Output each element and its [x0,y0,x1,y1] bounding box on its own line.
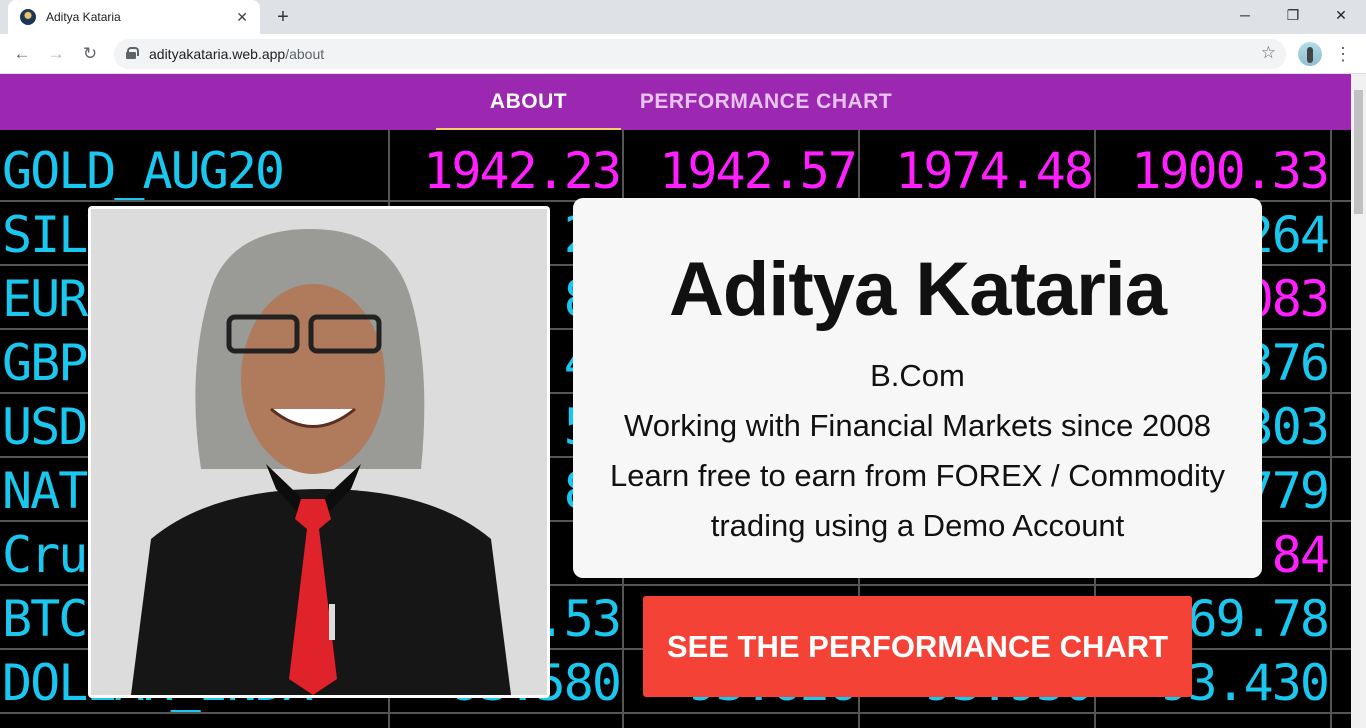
ticker-value: 1974.48 [895,142,1094,200]
address-bar[interactable]: adityakataria.web.app/about ☆ [114,39,1286,69]
back-button[interactable]: ← [10,42,34,66]
forward-button[interactable]: → [44,42,68,66]
ticker-value: 1900.33 [1131,142,1330,200]
ticker-symbol: GOLD_AUG20 [2,142,285,200]
ticker-symbol: BTC [2,590,88,648]
window-close-button[interactable]: ✕ [1318,0,1364,30]
see-performance-chart-button[interactable]: SEE THE PERFORMANCE CHART [643,596,1192,697]
profile-line-experience: Working with Financial Markets since 200… [624,408,1211,443]
window-restore-button[interactable]: ❐ [1270,0,1316,30]
top-navbar: ABOUT PERFORMANCE CHART [0,74,1351,130]
ticker-grid-line [1330,128,1332,728]
scrollbar-thumb[interactable] [1354,90,1363,214]
window-minimize-button[interactable]: ─ [1222,0,1268,30]
profile-line-degree: B.Com [870,358,965,393]
new-tab-button[interactable]: + [272,6,294,28]
ticker-value: 1942.57 [659,142,858,200]
ticker-symbol: NAT [2,462,88,520]
browser-toolbar: ← → ↻ adityakataria.web.app/about ☆ [0,34,1366,74]
site-favicon-icon [20,9,36,25]
active-tab-indicator [436,128,621,130]
nav-tab-about-label: ABOUT [489,90,568,113]
nav-tab-performance-chart-label: PERFORMANCE CHART [639,90,893,113]
profile-line-demo: trading using a Demo Account [710,508,1125,543]
lock-icon[interactable] [126,47,139,59]
bookmark-star-icon[interactable]: ☆ [1261,43,1276,63]
browser-menu-icon[interactable]: ⋮ [1334,42,1352,66]
tab-title: Aditya Kataria [46,10,121,24]
page-content: GOLD_AUG20 1942.23 1942.57 1974.48 1900.33 SI… [0,74,1351,728]
tab-close-icon[interactable]: ✕ [236,9,248,26]
profile-avatar[interactable] [1298,42,1322,66]
browser-tab-bar: Aditya Kataria ✕ + ─ ❐ ✕ [0,0,1366,34]
ticker-symbol: GBP [2,334,88,392]
profile-card: Aditya Kataria B.Com Working with Financ… [573,198,1262,578]
url-path: /about [285,46,325,62]
browser-tab[interactable]: Aditya Kataria ✕ [8,0,260,34]
page-scrollbar[interactable] [1351,74,1366,728]
url-host: adityakataria.web.app [149,46,286,62]
ticker-value: 1942.23 [423,142,622,200]
nav-tab-about[interactable]: ABOUT [436,74,621,130]
reload-button[interactable]: ↻ [78,42,102,66]
nav-tab-performance-chart[interactable]: PERFORMANCE CHART [621,74,911,130]
profile-photo [88,206,550,698]
profile-name: Aditya Kataria [668,247,1167,332]
ticker-symbol: EUR [2,270,88,328]
profile-line-learn: Learn free to earn from FOREX / Commodit… [609,458,1226,493]
ticker-symbol: USD [2,398,88,456]
url-text[interactable]: adityakataria.web.app/about [149,46,324,62]
profile-photo-image [91,209,547,695]
